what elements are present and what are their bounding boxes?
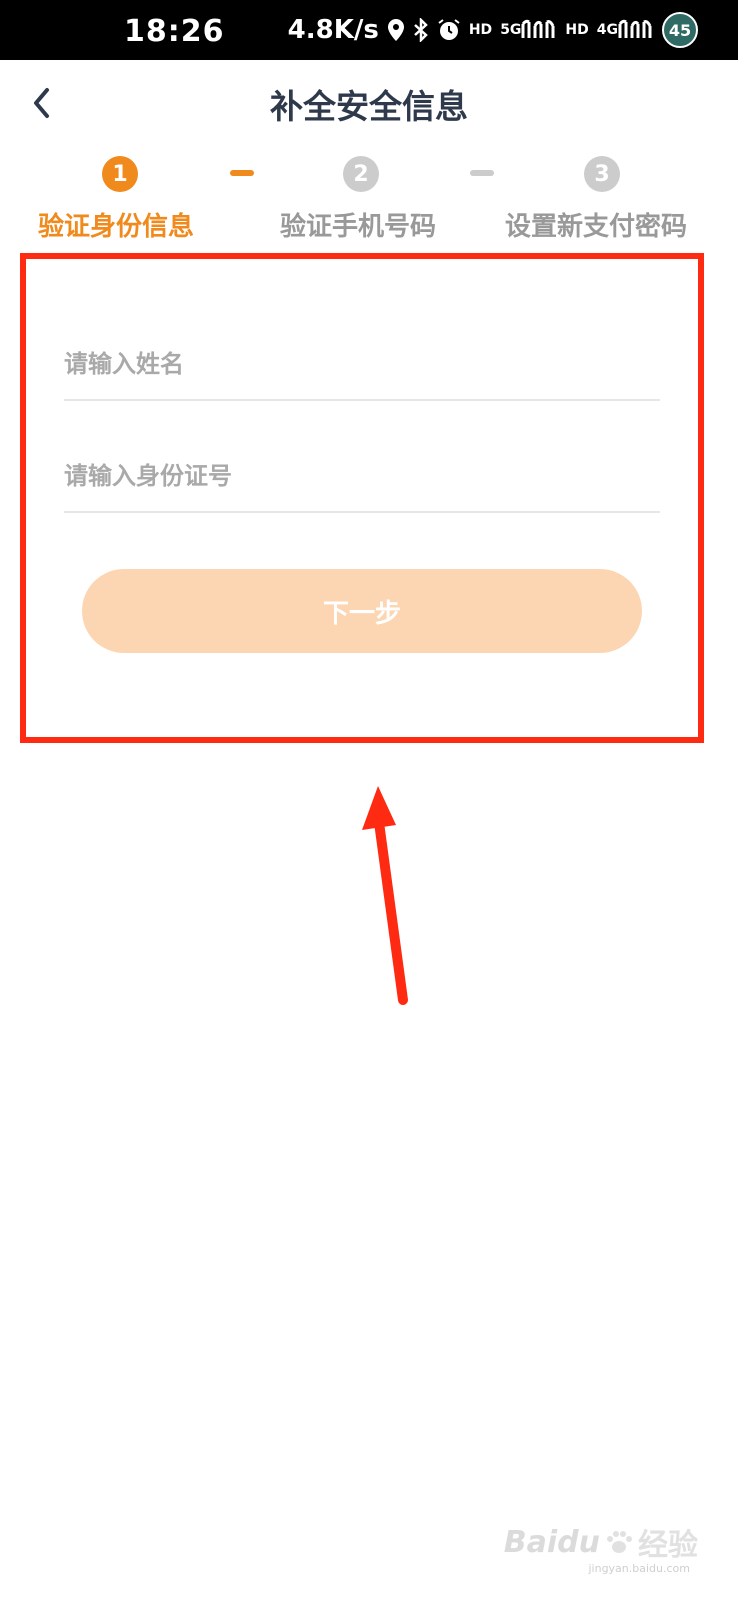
name-field xyxy=(64,329,660,401)
step-1-label: 验证身份信息 xyxy=(38,212,195,242)
step-indicator: 1 2 3 验证身份信息 验证手机号码 设置新支付密码 xyxy=(0,150,738,250)
step-2-circle: 2 xyxy=(343,156,379,192)
signal-5g-icon: 5G xyxy=(500,18,557,42)
step-3-circle: 3 xyxy=(584,156,620,192)
watermark-url: jingyan.baidu.com xyxy=(588,1562,690,1575)
battery-indicator: 45 xyxy=(662,12,698,48)
step-connector xyxy=(230,170,254,176)
step-1-circle: 1 xyxy=(102,156,138,192)
status-icons: 4.8K/s HD 5G HD 4G 45 xyxy=(288,12,698,48)
name-input[interactable] xyxy=(64,329,660,399)
location-icon xyxy=(387,18,405,42)
paw-icon xyxy=(607,1531,632,1553)
annotation-arrow xyxy=(340,780,430,1014)
step-2-label: 验证手机号码 xyxy=(280,212,437,242)
step-3-label: 设置新支付密码 xyxy=(505,212,688,242)
hd-icon: HD xyxy=(468,22,493,38)
next-button[interactable]: 下一步 xyxy=(82,569,642,653)
header: 补全安全信息 xyxy=(0,60,738,150)
page-title: 补全安全信息 xyxy=(270,87,468,126)
id-number-field xyxy=(64,441,660,513)
status-bar: 18:26 4.8K/s HD 5G HD 4G 45 xyxy=(0,0,738,60)
alarm-icon xyxy=(437,18,461,42)
baidu-watermark: Baidu 经验 xyxy=(504,1520,698,1564)
watermark-brand-cn: 经验 xyxy=(638,1528,698,1563)
hd-icon-2: HD xyxy=(565,22,589,38)
signal-4g-icon: 4G xyxy=(597,18,654,42)
watermark-brand: Baidu xyxy=(503,1524,600,1560)
step-connector xyxy=(470,170,494,176)
status-time: 18:26 xyxy=(124,14,225,49)
identity-form: 下一步 xyxy=(20,253,704,743)
id-number-input[interactable] xyxy=(64,441,660,511)
bluetooth-icon xyxy=(413,18,429,42)
net-speed: 4.8K/s xyxy=(287,15,379,45)
